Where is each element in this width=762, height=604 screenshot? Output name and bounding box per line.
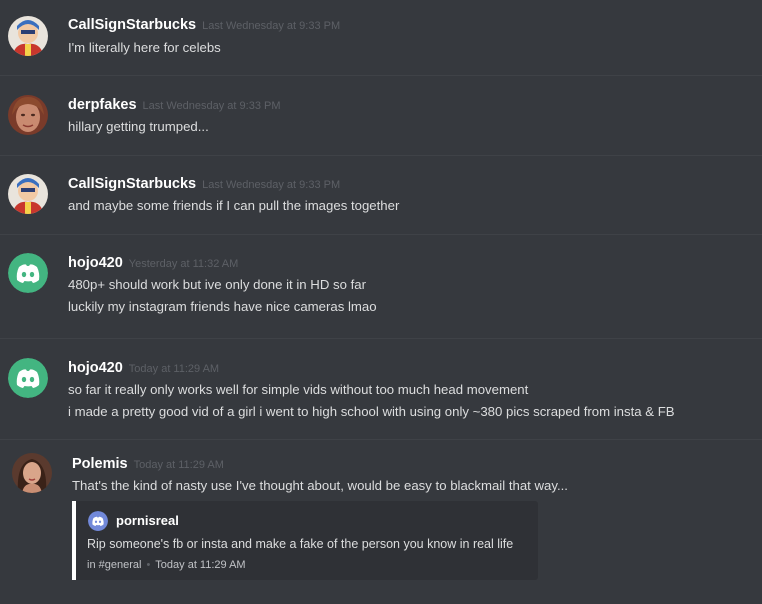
message-text: 480p+ should work but ive only done it i… (68, 277, 366, 292)
message-text: so far it really only works well for sim… (68, 382, 529, 397)
message-text: hillary getting trumped... (68, 119, 209, 134)
message-text: luckily my instagram friends have nice c… (68, 299, 377, 314)
username[interactable]: CallSignStarbucks (68, 176, 196, 192)
message-divider (0, 439, 762, 440)
embed-author[interactable]: pornisreal (116, 512, 179, 530)
timestamp: Yesterday at 11:32 AM (128, 258, 239, 270)
embed-footer: in #general • Today at 11:29 AM (87, 557, 246, 573)
starbucks-avatar[interactable] (8, 174, 48, 214)
message-text: That's the kind of nasty use I've though… (72, 478, 568, 493)
timestamp: Today at 11:29 AM (133, 459, 224, 471)
footer-separator: • (146, 559, 151, 571)
face-photo-avatar[interactable] (8, 95, 48, 135)
discord-default-avatar[interactable] (8, 253, 48, 293)
timestamp: Today at 11:29 AM (128, 363, 220, 375)
message-header: CallSignStarbucks Last Wednesday at 9:33 … (68, 175, 340, 194)
message-header: hojo420 Today at 11:29 AM (68, 359, 219, 378)
timestamp: Last Wednesday at 9:33 PM (202, 20, 341, 32)
embed-footer-time: Today at 11:29 AM (155, 559, 246, 571)
message-text: i made a pretty good vid of a girl i wen… (68, 404, 675, 419)
discord-default-avatar[interactable] (8, 358, 48, 398)
timestamp: Last Wednesday at 9:33 PM (142, 100, 281, 112)
username[interactable]: CallSignStarbucks (68, 17, 196, 33)
message-header: derpfakes Last Wednesday at 9:33 PM (68, 96, 281, 115)
message-text: I'm literally here for celebs (68, 40, 221, 55)
timestamp: Last Wednesday at 9:33 PM (202, 179, 341, 191)
username[interactable]: Polemis (72, 456, 128, 472)
photo-avatar[interactable] (12, 453, 52, 493)
link-embed[interactable]: pornisreal Rip someone's fb or insta and… (72, 501, 538, 580)
discord-default-avatar (88, 511, 108, 531)
starbucks-avatar[interactable] (8, 16, 48, 56)
message-divider (0, 75, 762, 76)
message-header: CallSignStarbucks Last Wednesday at 9:33 … (68, 16, 340, 35)
message-header: hojo420 Yesterday at 11:32 AM (68, 254, 238, 273)
embed-description: Rip someone's fb or insta and make a fak… (87, 537, 514, 551)
username[interactable]: derpfakes (68, 97, 137, 113)
username[interactable]: hojo420 (68, 360, 123, 376)
message-divider (0, 338, 762, 339)
chat-messages: CallSignStarbucks Last Wednesday at 9:33 … (0, 0, 762, 604)
message-divider (0, 234, 762, 235)
message-text: and maybe some friends if I can pull the… (68, 198, 400, 213)
message-divider (0, 155, 762, 156)
username[interactable]: hojo420 (68, 255, 123, 271)
message-header: Polemis Today at 11:29 AM (72, 455, 224, 474)
embed-footer-channel[interactable]: in #general (87, 559, 141, 571)
